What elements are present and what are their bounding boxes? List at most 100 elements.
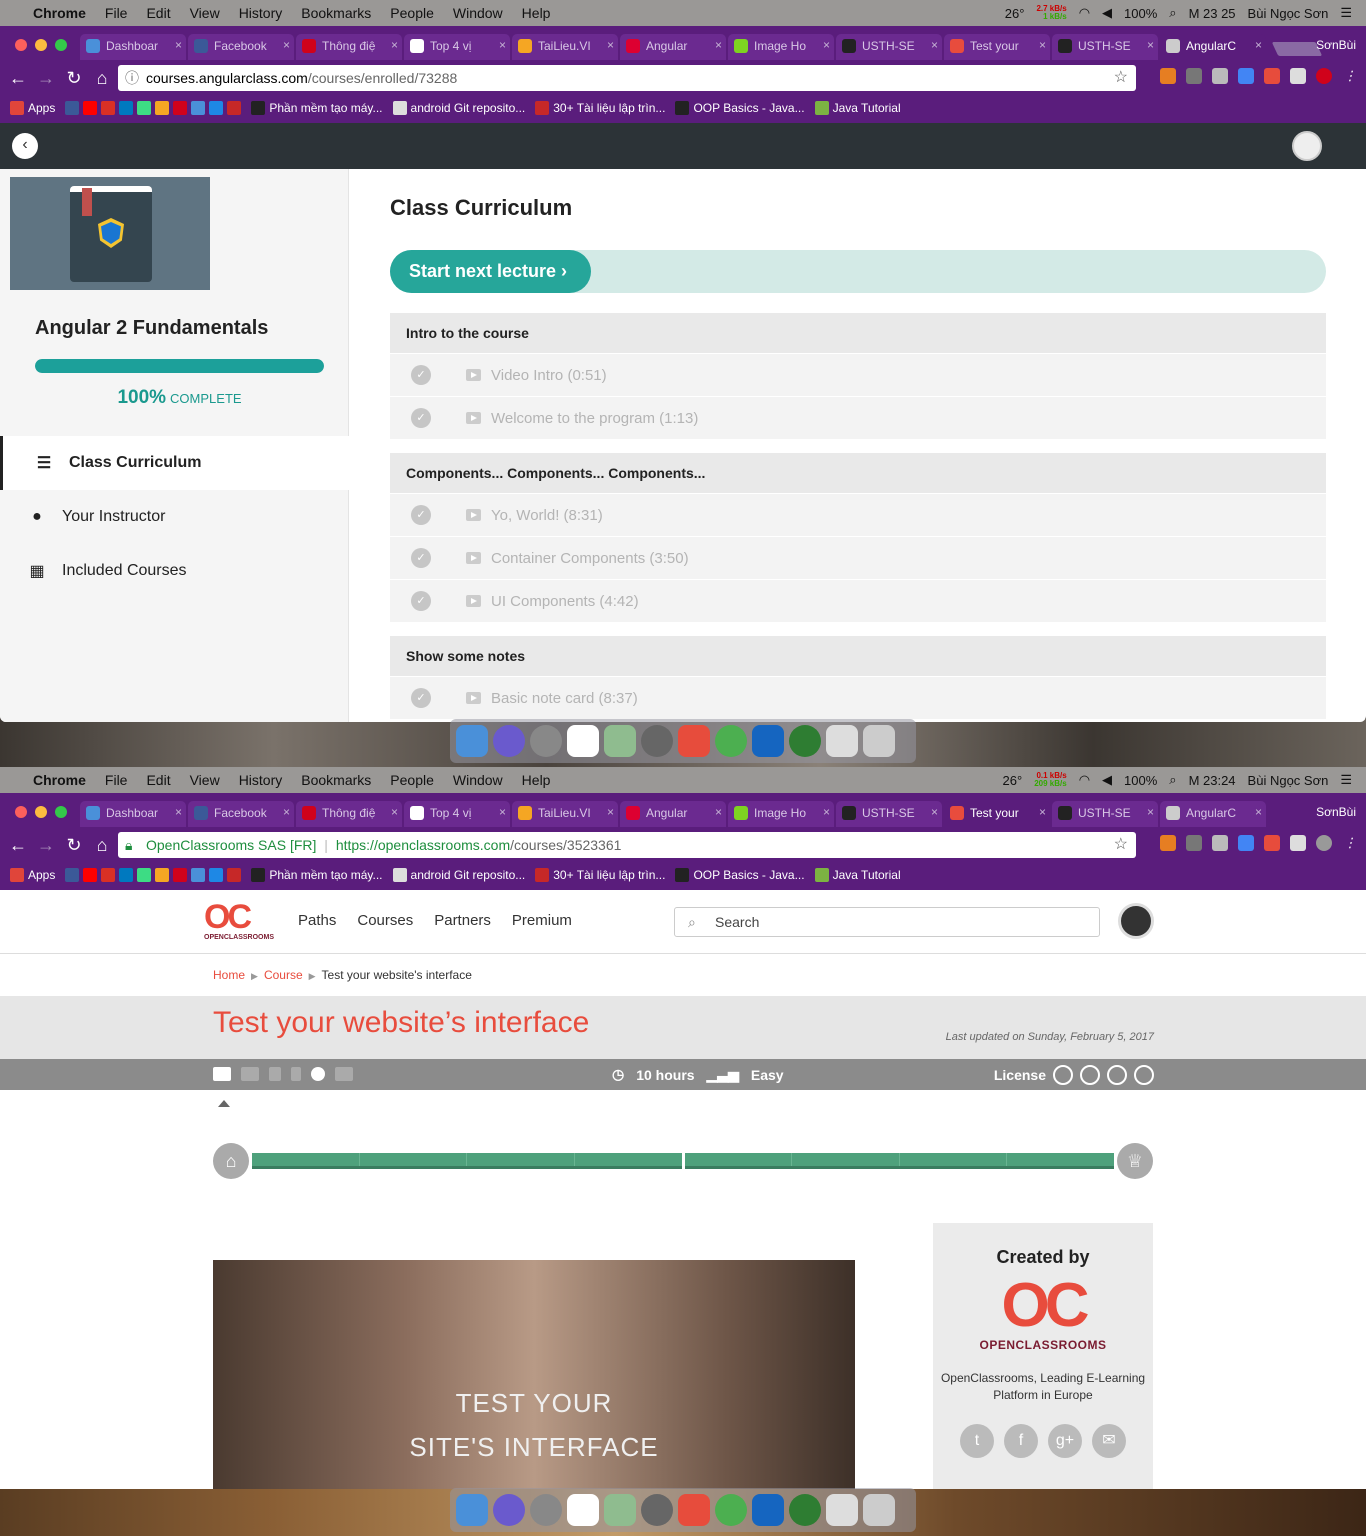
list-menu-icon[interactable]: ☰ (1340, 5, 1352, 21)
adblock-icon[interactable] (1316, 68, 1332, 84)
browser-tab[interactable]: Image Ho × (728, 34, 834, 60)
part-1-progress[interactable] (252, 1153, 682, 1169)
nav-premium[interactable]: Premium (512, 912, 572, 929)
spotlight-icon[interactable]: ⌕ (1169, 772, 1176, 788)
facebook-icon[interactable]: f (1004, 1424, 1038, 1458)
browser-tab[interactable]: Thông điệ × (296, 34, 402, 60)
calendar-icon[interactable] (567, 1494, 599, 1526)
browser-tab[interactable]: Image Ho × (728, 801, 834, 827)
nav-partners[interactable]: Partners (434, 912, 491, 929)
browser-tab[interactable]: Angular × (620, 34, 726, 60)
sidebar-item-included-courses[interactable]: ▦ Included Courses (0, 544, 349, 598)
close-tab-icon[interactable]: × (823, 38, 830, 52)
mobile-icon[interactable] (291, 1067, 301, 1081)
browser-tab[interactable]: Top 4 vị × (404, 801, 510, 827)
mail-stamp-icon[interactable] (604, 1494, 636, 1526)
nav-courses[interactable]: Courses (357, 912, 413, 929)
breadcrumb-home[interactable]: Home (213, 968, 245, 982)
battery-text[interactable]: 100% (1124, 773, 1157, 788)
cc-icon[interactable] (1053, 1065, 1073, 1085)
bookmark-icons[interactable] (65, 868, 242, 882)
finder-icon[interactable] (456, 725, 488, 757)
lecture-row[interactable]: ✓ Basic note card (8:37) (390, 676, 1326, 719)
chrome-icon[interactable] (715, 725, 747, 757)
bookmark-icons[interactable] (65, 101, 242, 115)
mail-icon[interactable] (1290, 835, 1306, 851)
bookmark-item[interactable]: android Git reposito... (392, 101, 525, 115)
launchpad-icon[interactable] (530, 1494, 562, 1526)
menu-window[interactable]: Window (453, 772, 503, 788)
menu-file[interactable]: File (105, 772, 128, 788)
url-input[interactable]: 🔒︎ OpenClassrooms SAS [FR] | https://ope… (118, 832, 1136, 858)
close-tab-icon[interactable]: × (391, 805, 398, 819)
bookmark-item[interactable]: android Git reposito... (392, 868, 525, 882)
close-tab-icon[interactable]: × (499, 805, 506, 819)
close-tab-icon[interactable]: × (1039, 38, 1046, 52)
browser-tab[interactable]: Test your × (944, 34, 1050, 60)
system-preferences-icon[interactable] (641, 1494, 673, 1526)
close-tab-icon[interactable]: × (283, 38, 290, 52)
google-plus-icon[interactable]: g+ (1048, 1424, 1082, 1458)
close-tab-icon[interactable]: × (1039, 805, 1046, 819)
clock-text[interactable]: M 23:24 (1189, 773, 1236, 788)
bookmark-item[interactable]: Java Tutorial (814, 868, 901, 882)
breadcrumb-course[interactable]: Course (264, 968, 303, 982)
adblock-icon[interactable] (1316, 835, 1332, 851)
drive-icon[interactable] (1212, 835, 1228, 851)
close-tab-icon[interactable]: × (823, 805, 830, 819)
forward-icon[interactable]: → (32, 835, 60, 856)
lecture-row[interactable]: ✓ Video Intro (0:51) (390, 353, 1326, 396)
lecture-row[interactable]: ✓ UI Components (4:42) (390, 579, 1326, 622)
browser-tab[interactable]: Dashboar × (80, 34, 186, 60)
close-tab-icon[interactable]: × (715, 38, 722, 52)
chrome-menu-icon[interactable]: ⋮ (1342, 68, 1358, 84)
back-button[interactable]: ‹ (12, 133, 38, 159)
close-tab-icon[interactable]: × (931, 805, 938, 819)
vscode-icon[interactable] (752, 725, 784, 757)
bookmark-star-icon[interactable]: ☆ (1114, 832, 1128, 858)
bookmark-item[interactable]: Java Tutorial (814, 101, 901, 115)
volume-icon[interactable]: ◀ (1102, 5, 1112, 21)
bookmark-item[interactable]: 30+ Tài liệu lập trìn... (535, 868, 665, 882)
twitter-icon[interactable]: t (960, 1424, 994, 1458)
forward-icon[interactable]: → (32, 68, 60, 89)
profile-button[interactable]: SơnBùi (1316, 805, 1356, 819)
graduation-cap-icon[interactable] (335, 1067, 353, 1081)
menu-view[interactable]: View (190, 5, 220, 21)
close-tab-icon[interactable]: × (283, 805, 290, 819)
menu-chrome[interactable]: Chrome (33, 5, 86, 21)
extension-icon[interactable] (1160, 835, 1176, 851)
extension-icon[interactable] (1264, 835, 1280, 851)
browser-tab[interactable]: Test your × (944, 801, 1050, 827)
browser-tab[interactable]: Facebook × (188, 801, 294, 827)
close-tab-icon[interactable]: × (499, 38, 506, 52)
browser-tab[interactable]: AngularC × (1160, 34, 1266, 60)
preview-icon[interactable] (826, 1494, 858, 1526)
close-tab-icon[interactable]: × (1147, 38, 1154, 52)
close-window-icon[interactable] (15, 39, 27, 51)
browser-tab[interactable]: USTH-SE × (1052, 801, 1158, 827)
browser-tab[interactable]: USTH-SE × (1052, 34, 1158, 60)
menu-edit[interactable]: Edit (146, 772, 170, 788)
menu-history[interactable]: History (239, 5, 283, 21)
sidebar-item-class-curriculum[interactable]: ☰ Class Curriculum (0, 436, 349, 490)
extension-icon[interactable] (1160, 68, 1176, 84)
bookmark-star-icon[interactable]: ☆ (1114, 65, 1128, 91)
menu-view[interactable]: View (190, 772, 220, 788)
back-icon[interactable]: ← (4, 835, 32, 856)
browser-tab[interactable]: Top 4 vị × (404, 34, 510, 60)
new-tab-button[interactable] (1271, 42, 1323, 56)
browser-tab[interactable]: TaiLieu.VI × (512, 801, 618, 827)
reload-icon[interactable]: ↻ (60, 835, 88, 856)
menu-help[interactable]: Help (522, 5, 551, 21)
volume-icon[interactable]: ◀ (1102, 772, 1112, 788)
close-tab-icon[interactable]: × (1147, 805, 1154, 819)
home-icon[interactable]: ⌂ (88, 835, 116, 856)
browser-tab[interactable]: Angular × (620, 801, 726, 827)
video-icon[interactable] (241, 1067, 259, 1081)
email-icon[interactable]: ✉ (1092, 1424, 1126, 1458)
back-icon[interactable]: ← (4, 68, 32, 89)
nc-icon[interactable] (1107, 1065, 1127, 1085)
minimize-window-icon[interactable] (35, 39, 47, 51)
home-icon[interactable]: ⌂ (213, 1143, 249, 1179)
